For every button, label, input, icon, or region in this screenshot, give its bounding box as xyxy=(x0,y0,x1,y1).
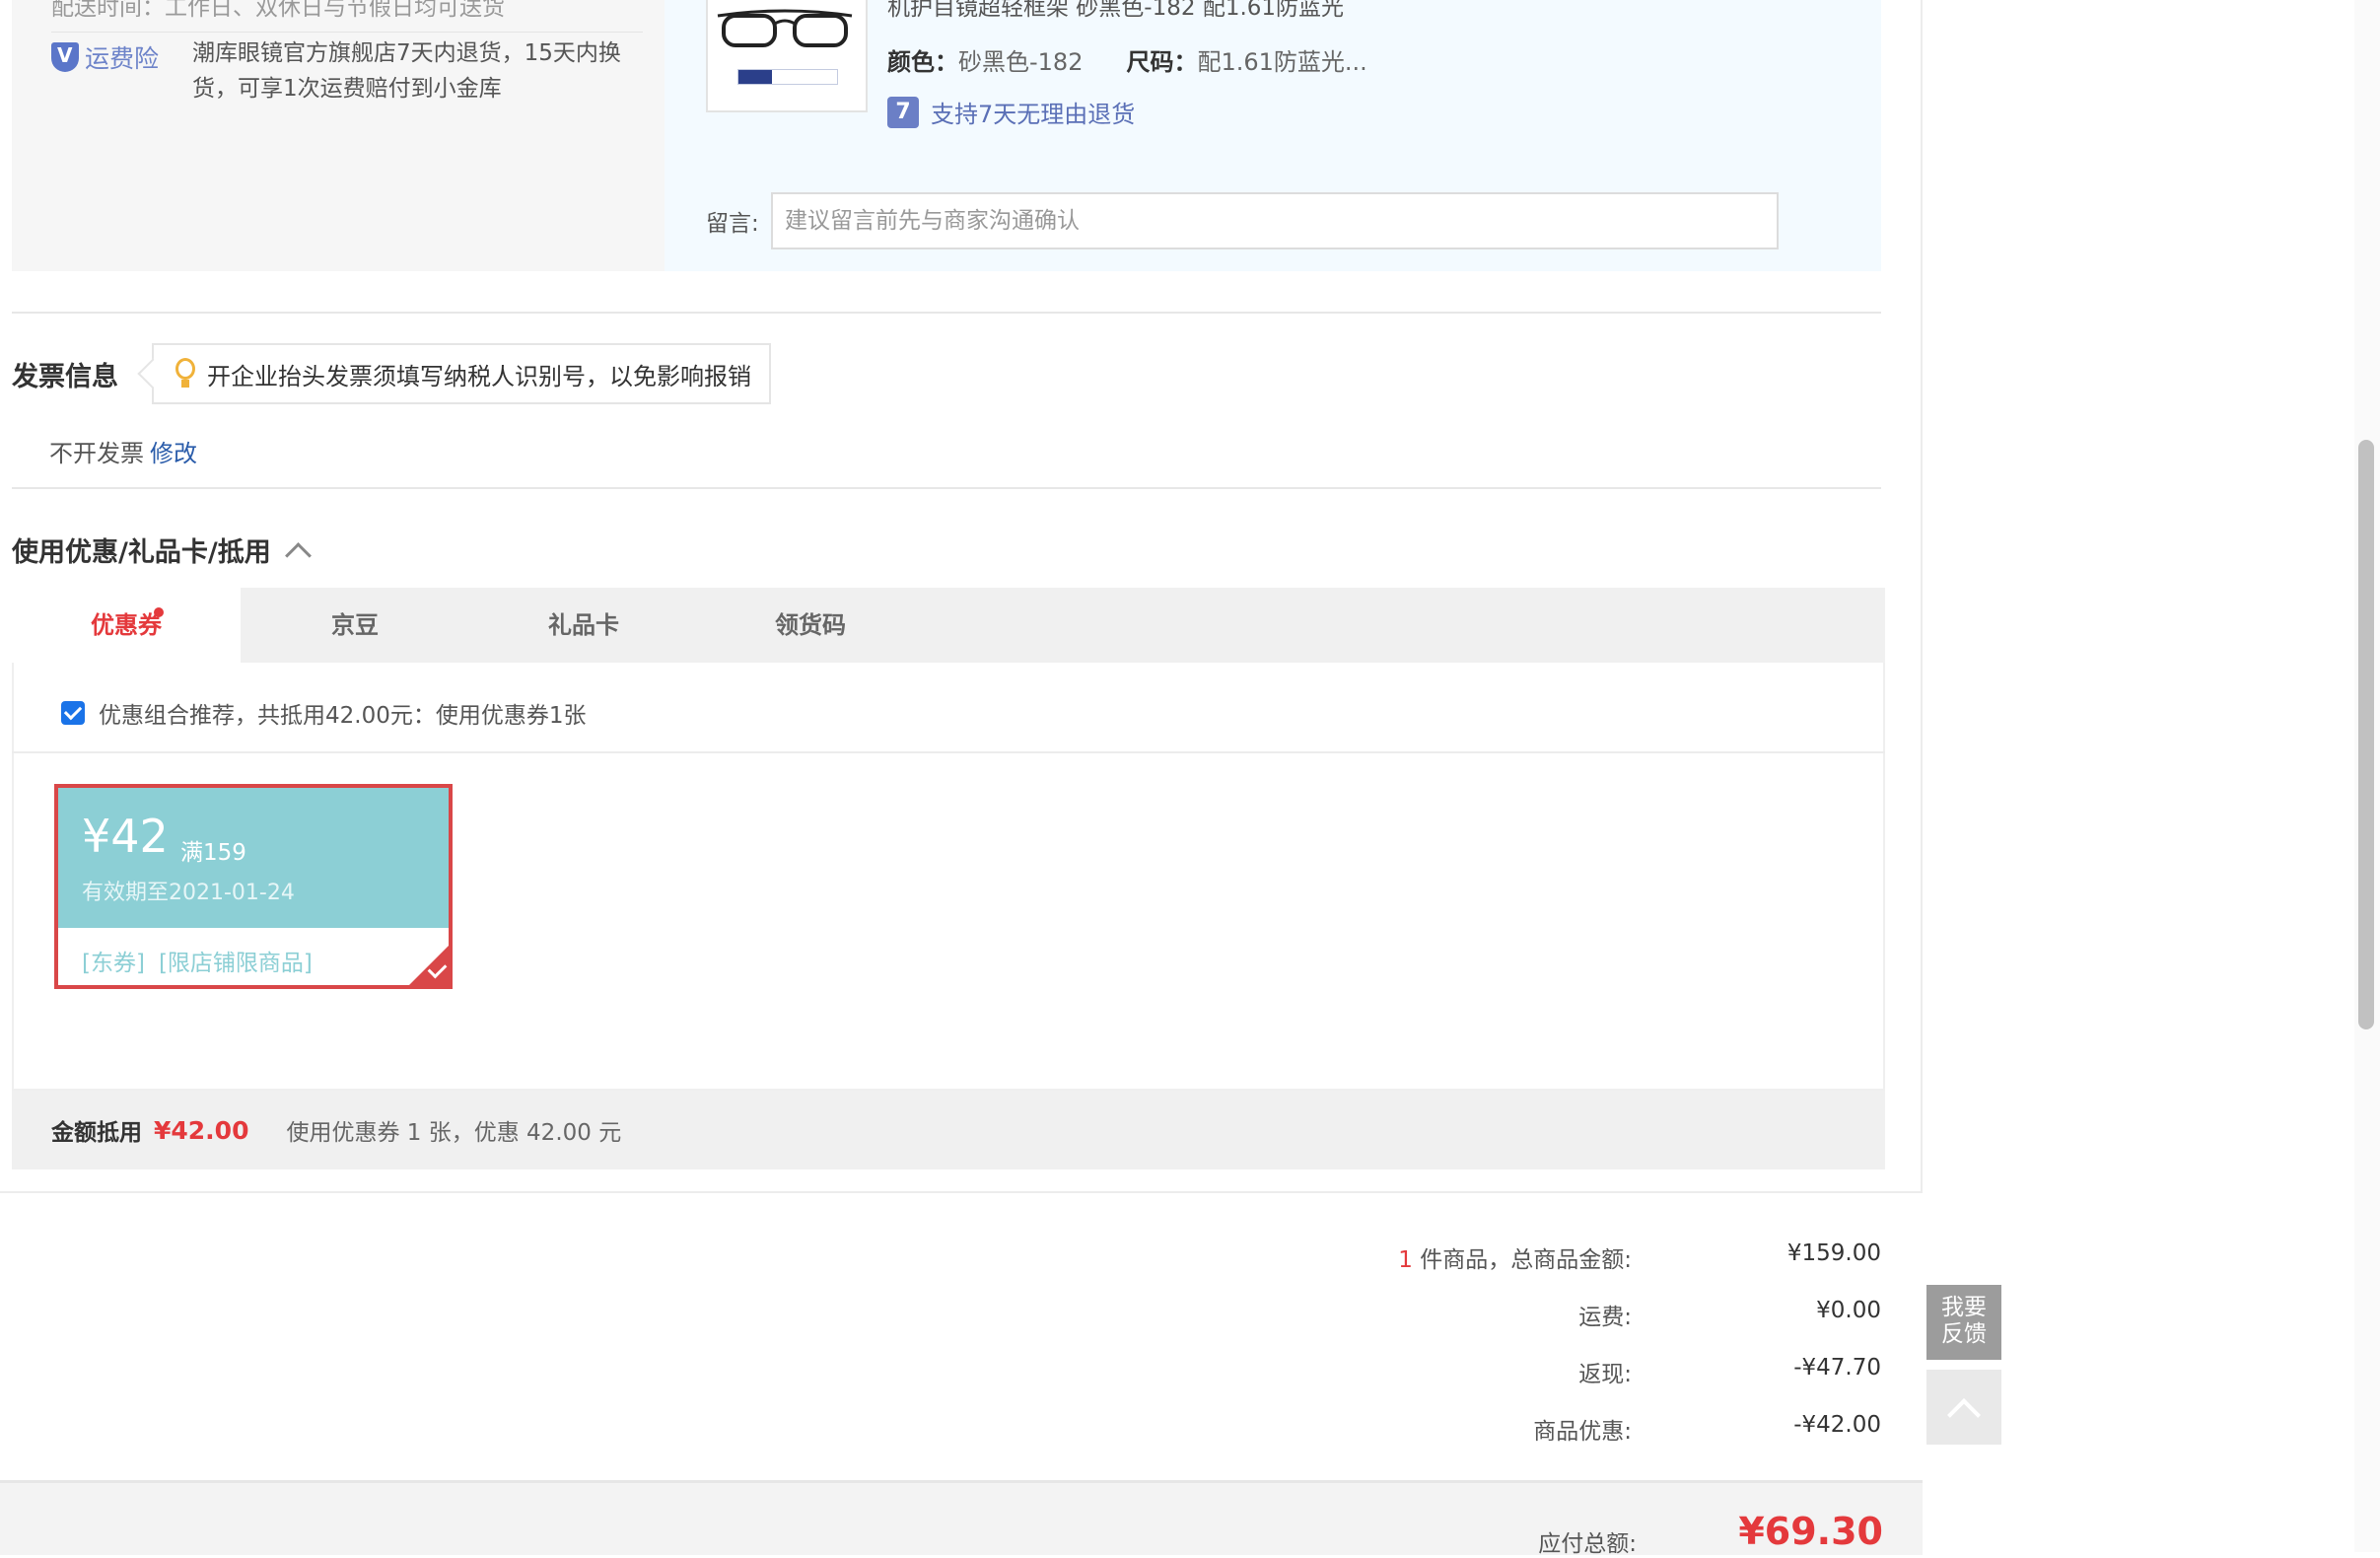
tab-pickup-code-label: 领货码 xyxy=(775,611,846,639)
scrollbar-thumb[interactable] xyxy=(2358,440,2374,1029)
recommend-checkbox[interactable] xyxy=(61,701,85,725)
return-policy[interactable]: 7 支持7天无理由退货 xyxy=(887,95,1135,129)
feedback-label-line2: 反馈 xyxy=(1941,1321,1987,1347)
product-discount-value: -¥42.00 xyxy=(1793,1412,1881,1438)
shipping-insurance-label: 运费险 xyxy=(85,44,160,73)
coupon-condition: 满159 xyxy=(180,840,246,866)
recommend-text: 优惠组合推荐，共抵用42.00元：使用优惠券1张 xyxy=(99,703,587,729)
arrow-up-icon xyxy=(1947,1398,1981,1432)
size-value: 配1.61防蓝光... xyxy=(1197,48,1367,76)
tab-gift-card[interactable]: 礼品卡 xyxy=(469,588,698,663)
discount-summary-desc: 使用优惠券 1 张，优惠 42.00 元 xyxy=(286,1120,622,1146)
invoice-status: 不开发票 xyxy=(49,440,144,467)
note-label: 留言: xyxy=(706,211,759,237)
tab-coupon-dot xyxy=(154,607,164,617)
color-value: 砂黑色-182 xyxy=(958,48,1084,76)
section-divider xyxy=(12,487,1881,489)
product-thumbnail-banner xyxy=(737,69,838,85)
product-thumbnail[interactable] xyxy=(706,0,868,112)
chevron-up-icon[interactable] xyxy=(284,542,312,569)
item-count: 1 xyxy=(1398,1247,1413,1273)
shipping-fee-label: 运费: xyxy=(1578,1305,1632,1330)
payable-bar: 应付总额: ¥69.30 xyxy=(0,1480,1923,1557)
cashback-value: -¥47.70 xyxy=(1793,1355,1881,1381)
discount-summary-label: 金额抵用 xyxy=(51,1120,142,1146)
total-items-value: ¥159.00 xyxy=(1786,1240,1881,1266)
note-input[interactable] xyxy=(771,192,1779,249)
product-panel: 机护目镜超轻框架 砂黑色-182 配1.61防蓝光 颜色：砂黑色-182 尺码：配… xyxy=(665,0,1881,271)
invoice-edit-link[interactable]: 修改 xyxy=(150,440,197,467)
coupon-card-header: ¥42 满159 有效期至2021-01-24 xyxy=(58,788,449,928)
tab-coupon[interactable]: 优惠券 xyxy=(12,588,241,663)
shipping-panel: 配送时间：工作日、双休日与节假日均可送货 运费险 潮库眼镜官方旗舰店7天内退货，… xyxy=(12,0,665,271)
tab-coupon-label: 优惠券 xyxy=(91,611,162,639)
tab-jingdou-label: 京豆 xyxy=(331,611,379,639)
content-right-border xyxy=(1921,0,1923,1193)
coupon-tag: [限店铺限商品] xyxy=(158,951,313,976)
coupon-divider xyxy=(12,751,1885,753)
coupon-amount: ¥42 xyxy=(82,810,169,863)
shield-icon xyxy=(51,42,79,72)
product-discount-label: 商品优惠: xyxy=(1533,1419,1632,1445)
shipping-fee-row: 运费: ¥0.00 xyxy=(1282,1298,1883,1337)
item-count-text: 件商品，总商品金额: xyxy=(1412,1247,1632,1273)
invoice-tip: 开企业抬头发票须填写纳税人识别号，以免影响报销 xyxy=(152,343,771,404)
cashback-label: 返现: xyxy=(1578,1362,1632,1387)
seven-day-return-icon: 7 xyxy=(887,96,919,128)
total-items-row: 1 件商品，总商品金额: ¥159.00 xyxy=(1282,1240,1883,1280)
coupon-tag: [东券] xyxy=(82,951,145,976)
checkout-page: 配送时间：工作日、双休日与节假日均可送货 运费险 潮库眼镜官方旗舰店7天内退货，… xyxy=(0,0,1923,1557)
invoice-title: 发票信息 xyxy=(12,362,118,392)
payable-label: 应付总额: xyxy=(1538,1531,1637,1557)
delivery-time-text: 配送时间：工作日、双休日与节假日均可送货 xyxy=(51,0,505,21)
discount-section-title: 使用优惠/礼品卡/抵用 xyxy=(12,537,271,568)
back-to-top-button[interactable] xyxy=(1926,1370,2001,1445)
shipping-fee-value: ¥0.00 xyxy=(1816,1298,1881,1323)
discount-tabs: 优惠券 京豆 礼品卡 领货码 xyxy=(12,588,1885,663)
shipping-insurance-badge: 运费险 xyxy=(51,39,159,75)
size-label: 尺码： xyxy=(1126,48,1198,76)
lightbulb-icon xyxy=(174,358,199,390)
product-title[interactable]: 机护目镜超轻框架 砂黑色-182 配1.61防蓝光 xyxy=(887,0,1344,22)
glasses-icon xyxy=(717,9,853,47)
feedback-label-line1: 我要 xyxy=(1941,1295,1987,1320)
section-divider xyxy=(12,312,1881,314)
product-discount-row: 商品优惠: -¥42.00 xyxy=(1282,1412,1883,1452)
invoice-tip-text: 开企业抬头发票须填写纳税人识别号，以免影响报销 xyxy=(207,362,751,390)
product-specs: 颜色：砂黑色-182 尺码：配1.61防蓝光... xyxy=(887,42,1367,77)
recommend-combo[interactable]: 优惠组合推荐，共抵用42.00元：使用优惠券1张 xyxy=(61,696,586,730)
color-label: 颜色： xyxy=(887,48,958,76)
feedback-button[interactable]: 我要 反馈 xyxy=(1926,1285,2001,1360)
return-policy-text: 支持7天无理由退货 xyxy=(931,101,1136,128)
tab-jingdou[interactable]: 京豆 xyxy=(241,588,469,663)
coupon-card[interactable]: ¥42 满159 有效期至2021-01-24 [东券] [限店铺限商品] xyxy=(54,784,453,989)
tab-gift-card-label: 礼品卡 xyxy=(548,611,619,639)
shipping-insurance-text: 潮库眼镜官方旗舰店7天内退货，15天内换货，可享1次运费赔付到小金库 xyxy=(192,40,621,102)
payable-value: ¥69.30 xyxy=(1738,1510,1883,1553)
discount-summary: 金额抵用 ¥42.00 使用优惠券 1 张，优惠 42.00 元 xyxy=(12,1091,1885,1169)
invoice-status-row: 不开发票 修改 xyxy=(49,434,197,468)
discount-summary-value: ¥42.00 xyxy=(154,1115,249,1145)
total-items-label: 1 件商品，总商品金额: xyxy=(1398,1240,1632,1274)
shipping-divider xyxy=(51,32,643,33)
discount-section-header[interactable]: 使用优惠/礼品卡/抵用 xyxy=(12,531,312,569)
tab-pickup-code[interactable]: 领货码 xyxy=(696,588,925,663)
coupon-tags: [东券] [限店铺限商品] xyxy=(82,944,313,977)
coupon-expiry: 有效期至2021-01-24 xyxy=(82,881,295,905)
cashback-row: 返现: -¥47.70 xyxy=(1282,1355,1883,1394)
totals-divider xyxy=(0,1191,1923,1193)
